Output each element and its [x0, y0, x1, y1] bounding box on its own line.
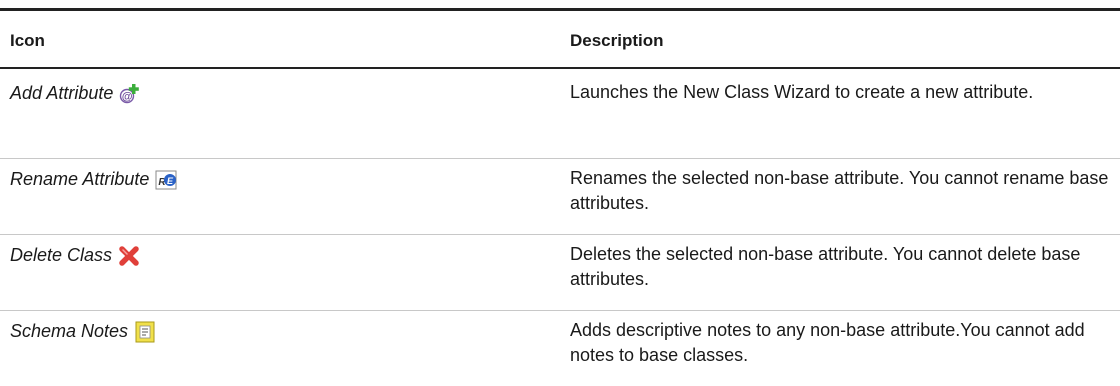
row-separator — [0, 234, 1120, 235]
header-rule — [0, 67, 1120, 69]
row-separator — [0, 310, 1120, 311]
item-name: Delete Class — [10, 244, 113, 265]
icon-cell: Add Attribute @ — [10, 80, 140, 106]
icon-cell: Schema Notes — [10, 318, 155, 344]
svg-text:E: E — [167, 176, 174, 186]
table-top-rule — [0, 8, 1120, 11]
description-cell: Adds descriptive notes to any non-base a… — [570, 320, 1085, 365]
rename-attribute-icon: R E — [155, 169, 177, 190]
column-header-icon: Icon — [10, 31, 45, 50]
item-name: Rename Attribute — [10, 168, 150, 189]
svg-text:@: @ — [122, 91, 133, 103]
column-header-description: Description — [570, 31, 664, 50]
description-cell: Renames the selected non-base attribute.… — [570, 168, 1109, 213]
row-separator — [0, 158, 1120, 159]
item-name: Add Attribute — [10, 82, 114, 103]
icon-cell: Delete Class — [10, 242, 139, 268]
schema-notes-icon — [134, 321, 155, 343]
description-cell: Launches the New Class Wizard to create … — [570, 82, 1034, 102]
icon-description-table: Icon Description Add Attribute @ Launche… — [0, 0, 1120, 386]
item-name: Schema Notes — [10, 320, 129, 341]
delete-class-icon — [118, 245, 139, 266]
icon-cell: Rename Attribute R E — [10, 166, 177, 192]
add-attribute-icon: @ — [119, 83, 140, 104]
description-cell: Deletes the selected non-base attribute.… — [570, 244, 1081, 289]
